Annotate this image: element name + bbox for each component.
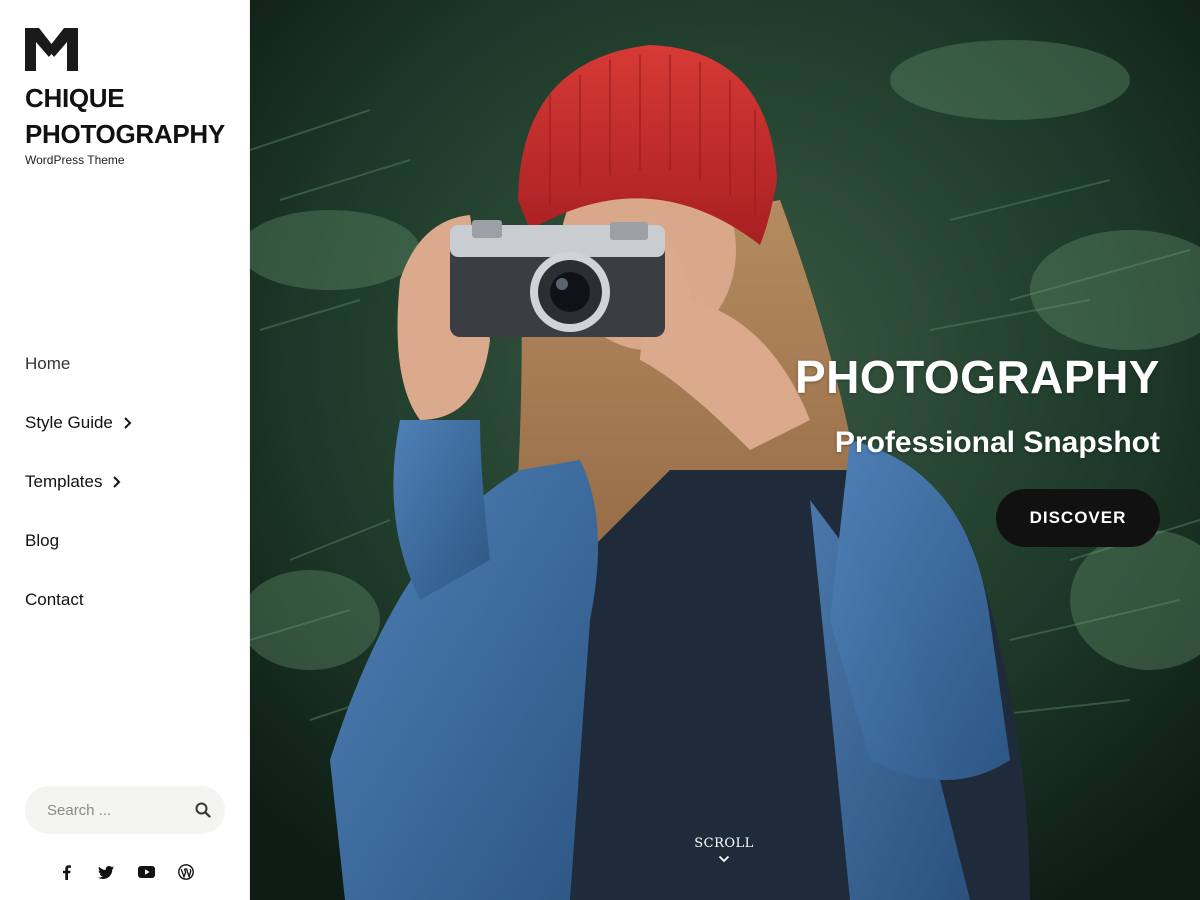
nav-item-label[interactable]: Templates (25, 461, 102, 503)
chevron-right-icon[interactable] (123, 417, 133, 429)
main-navigation: Home Style Guide Templates Blog Contact (25, 343, 225, 638)
nav-item-label[interactable]: Contact (25, 579, 84, 621)
site-title-line-2[interactable]: PHOTOGRAPHY (25, 116, 240, 152)
nav-item-label[interactable]: Blog (25, 520, 59, 562)
sidebar: CHIQUE PHOTOGRAPHY WordPress Theme Home … (0, 0, 250, 900)
site-title-line-1[interactable]: CHIQUE (25, 80, 240, 116)
nav-item-home[interactable]: Home (25, 343, 225, 402)
facebook-icon[interactable] (55, 861, 77, 883)
scroll-label[interactable]: SCROLL (694, 836, 754, 851)
logo-icon[interactable] (25, 28, 78, 71)
search-form (25, 786, 225, 834)
search-input[interactable] (47, 801, 197, 819)
youtube-icon[interactable] (135, 861, 157, 883)
nav-item-contact[interactable]: Contact (25, 579, 225, 638)
wordpress-icon[interactable] (175, 861, 197, 883)
nav-item-style-guide[interactable]: Style Guide (25, 402, 225, 461)
nav-item-label[interactable]: Style Guide (25, 402, 113, 444)
site-tagline: WordPress Theme (25, 153, 125, 167)
site-title[interactable]: CHIQUE PHOTOGRAPHY (25, 80, 240, 152)
search-icon[interactable] (195, 802, 211, 818)
discover-button[interactable]: DISCOVER (996, 489, 1160, 547)
nav-item-label[interactable]: Home (25, 343, 70, 385)
social-links (55, 861, 197, 883)
hero-title: PHOTOGRAPHY (794, 351, 1160, 403)
nav-item-blog[interactable]: Blog (25, 520, 225, 579)
twitter-icon[interactable] (95, 861, 117, 883)
chevron-right-icon[interactable] (112, 476, 122, 488)
hero-section: PHOTOGRAPHY Professional Snapshot DISCOV… (250, 0, 1200, 900)
nav-item-templates[interactable]: Templates (25, 461, 225, 520)
chevron-down-icon[interactable] (718, 855, 730, 863)
hero-subtitle: Professional Snapshot (834, 426, 1160, 459)
